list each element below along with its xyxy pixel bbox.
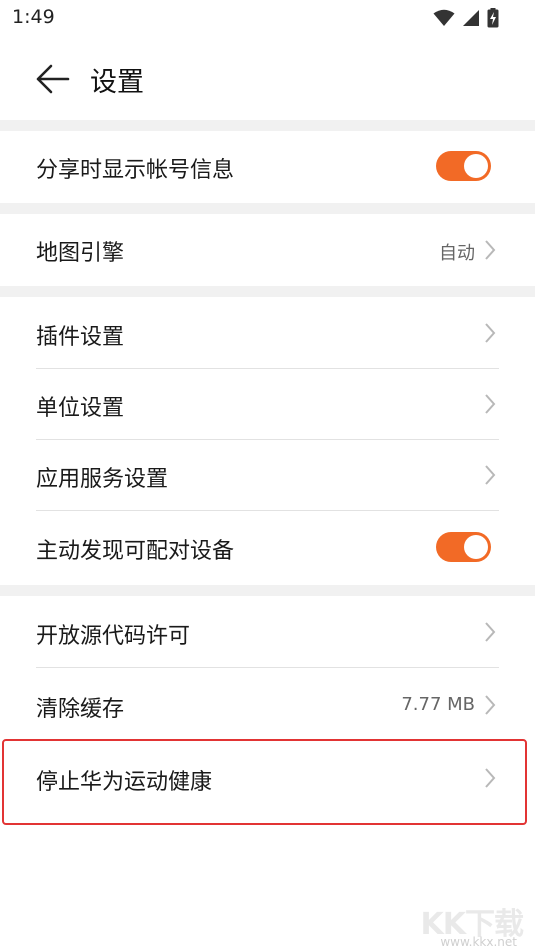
toggle-knob xyxy=(464,535,488,559)
clear-cache-value: 7.77 MB xyxy=(401,694,475,715)
battery-charging-icon xyxy=(487,8,499,28)
page-title: 设置 xyxy=(90,67,144,98)
watermark: KK下载 www.kkx.net xyxy=(395,899,525,949)
plugin-settings-row[interactable]: 插件设置 xyxy=(0,297,535,368)
chevron-right-icon xyxy=(485,768,496,788)
plugin-settings-label: 插件设置 xyxy=(36,325,125,350)
map-engine-row[interactable]: 地图引擎 自动 xyxy=(0,214,535,286)
stop-health-row[interactable]: 停止华为运动健康 xyxy=(0,741,535,823)
stop-health-label: 停止华为运动健康 xyxy=(36,770,213,795)
chevron-right-icon xyxy=(485,394,496,414)
wifi-icon xyxy=(433,9,455,26)
map-engine-value: 自动 xyxy=(439,243,475,264)
back-button[interactable] xyxy=(34,62,72,96)
app-service-settings-row[interactable]: 应用服务设置 xyxy=(0,440,535,510)
toggle-knob xyxy=(464,154,488,178)
signal-icon xyxy=(463,10,479,26)
section-gap xyxy=(0,203,535,214)
clear-cache-row[interactable]: 清除缓存 7.77 MB xyxy=(0,668,535,740)
chevron-right-icon xyxy=(485,695,496,715)
section-gap xyxy=(0,286,535,297)
share-account-info-label: 分享时显示帐号信息 xyxy=(36,158,235,183)
unit-settings-row[interactable]: 单位设置 xyxy=(0,369,535,439)
discover-devices-row: 主动发现可配对设备 xyxy=(0,511,535,585)
status-bar: 1:49 xyxy=(0,0,535,38)
unit-settings-label: 单位设置 xyxy=(36,396,125,421)
header: 设置 xyxy=(0,38,535,120)
discover-devices-toggle[interactable] xyxy=(436,532,491,562)
arrow-left-icon xyxy=(36,64,70,94)
section-gap xyxy=(0,120,535,131)
chevron-right-icon xyxy=(485,240,496,260)
chevron-right-icon xyxy=(485,622,496,642)
share-account-info-row: 分享时显示帐号信息 xyxy=(0,131,535,203)
status-time: 1:49 xyxy=(12,6,55,28)
discover-devices-label: 主动发现可配对设备 xyxy=(36,539,235,564)
open-source-license-label: 开放源代码许可 xyxy=(36,624,191,649)
chevron-right-icon xyxy=(485,323,496,343)
app-service-settings-label: 应用服务设置 xyxy=(36,467,169,492)
chevron-right-icon xyxy=(485,465,496,485)
status-icons xyxy=(433,7,499,29)
share-account-info-toggle[interactable] xyxy=(436,151,491,181)
open-source-license-row[interactable]: 开放源代码许可 xyxy=(0,596,535,667)
watermark-url: www.kkx.net xyxy=(440,935,517,949)
clear-cache-label: 清除缓存 xyxy=(36,697,125,722)
map-engine-label: 地图引擎 xyxy=(36,241,125,266)
section-gap xyxy=(0,585,535,596)
